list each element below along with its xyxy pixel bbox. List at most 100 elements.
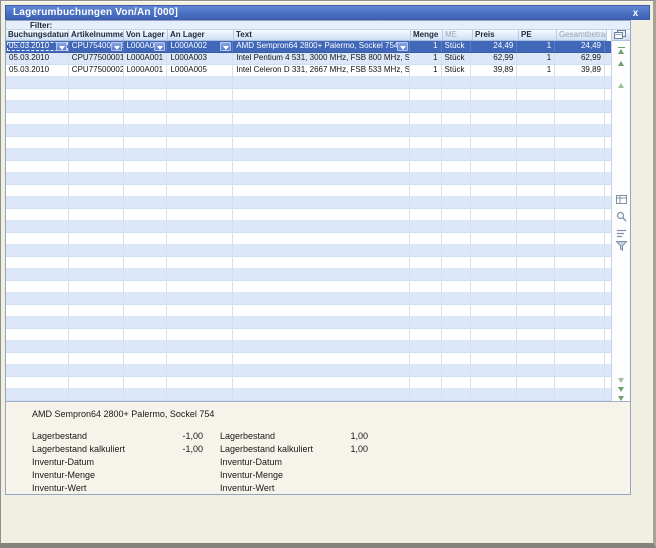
column-settings-button[interactable]	[615, 195, 627, 205]
cell-von_lager[interactable]: L000A001	[124, 41, 168, 52]
cell-text[interactable]: Intel Pentium 4 531, 3000 MHz, FSB 800 M…	[233, 53, 409, 64]
cell-menge[interactable]: 1	[410, 65, 442, 76]
go-to-first-row-button[interactable]	[615, 46, 627, 54]
cell-von_lager[interactable]: L000A001	[124, 53, 168, 64]
cell-von_lager	[124, 149, 168, 160]
dropdown-button[interactable]	[397, 42, 408, 51]
cell-an_lager[interactable]: L000A002	[167, 41, 233, 52]
cell-gesamtbetrag[interactable]: 62,99	[555, 53, 605, 64]
cell-pe	[517, 161, 555, 172]
column-chooser-button[interactable]	[614, 30, 626, 40]
cell-gesamtbetrag	[555, 149, 605, 160]
cell-artikelnummer[interactable]: CPU77500001	[69, 53, 124, 64]
cell-von_lager[interactable]: L000A001	[124, 65, 168, 76]
cell-text	[233, 377, 409, 388]
close-button[interactable]: x	[629, 7, 642, 20]
cell-preis	[471, 329, 517, 340]
cell-text	[233, 293, 409, 304]
cell-menge[interactable]: 1	[410, 41, 442, 52]
cell-menge[interactable]: 1	[410, 53, 442, 64]
field-value: 1,00	[350, 443, 368, 455]
cell-an_lager[interactable]: L000A005	[167, 65, 233, 76]
cell-artikelnummer	[69, 281, 124, 292]
cell-buchungsdatum[interactable]: 05.03.2010	[6, 53, 69, 64]
cell-gesamtbetrag	[555, 197, 605, 208]
cell-me	[442, 293, 472, 304]
cell-pe	[517, 113, 555, 124]
column-header-buchungsdatum[interactable]: Buchungsdatum	[6, 30, 69, 41]
row-down-button[interactable]	[615, 387, 627, 392]
title-bar[interactable]: Lagerumbuchungen Von/An [000] x	[5, 5, 650, 20]
column-header-preis[interactable]: Preis	[473, 30, 519, 41]
cell-text[interactable]: Intel Celeron D 331, 2667 MHz, FSB 533 M…	[233, 65, 409, 76]
column-header-menge[interactable]: Menge	[411, 30, 443, 41]
cell-von_lager	[124, 113, 168, 124]
filter-button[interactable]	[615, 241, 627, 251]
cell-buchungsdatum[interactable]: 05.03.2010	[6, 41, 69, 52]
arrow-down-icon	[618, 378, 624, 383]
dropdown-button[interactable]	[220, 42, 231, 51]
cell-me[interactable]: Stück	[442, 41, 472, 52]
cell-preis[interactable]: 62,99	[471, 53, 517, 64]
table-row-empty	[6, 317, 611, 329]
cell-buchungsdatum[interactable]: 05.03.2010	[6, 65, 69, 76]
cell-an_lager	[167, 221, 233, 232]
table-row-empty	[6, 305, 611, 317]
cell-me[interactable]: Stück	[442, 53, 472, 64]
table-row[interactable]: 05.03.2010CPU75400003L000A001L000A002AMD…	[6, 41, 611, 53]
column-header-text[interactable]: Text	[234, 30, 411, 41]
cell-an_lager	[167, 161, 233, 172]
cell-gesamtbetrag	[555, 341, 605, 352]
cell-artikelnummer	[69, 377, 124, 388]
search-button[interactable]	[615, 211, 627, 222]
cell-artikelnummer[interactable]: CPU77500002	[69, 65, 124, 76]
cell-text	[233, 101, 409, 112]
cell-buchungsdatum	[6, 209, 69, 220]
cell-artikelnummer	[69, 269, 124, 280]
column-header-me[interactable]: ME	[443, 30, 473, 41]
column-header-an_lager[interactable]: An Lager	[168, 30, 234, 41]
cell-text	[233, 197, 409, 208]
cell-gesamtbetrag[interactable]: 24,49	[555, 41, 605, 52]
cell-menge	[410, 353, 442, 364]
cell-pe[interactable]: 1	[517, 53, 555, 64]
cell-artikelnummer	[69, 221, 124, 232]
dropdown-button[interactable]	[154, 42, 165, 51]
cell-preis[interactable]: 39,89	[471, 65, 517, 76]
table-row[interactable]: 05.03.2010CPU77500002L000A001L000A005Int…	[6, 65, 611, 77]
cell-an_lager[interactable]: L000A003	[167, 53, 233, 64]
page-down-button[interactable]	[615, 378, 627, 383]
cell-pe[interactable]: 1	[517, 65, 555, 76]
table-row[interactable]: 05.03.2010CPU77500001L000A001L000A003Int…	[6, 53, 611, 65]
cell-text	[233, 77, 409, 88]
column-header-artikelnummer[interactable]: Artikelnummer	[69, 30, 124, 41]
cell-pe[interactable]: 1	[517, 41, 555, 52]
cell-me	[442, 173, 472, 184]
cell-artikelnummer[interactable]: CPU75400003	[69, 41, 124, 52]
dropdown-button[interactable]	[56, 42, 67, 51]
table-row-empty	[6, 77, 611, 89]
table-row-empty	[6, 341, 611, 353]
cell-buchungsdatum	[6, 197, 69, 208]
cell-text	[233, 389, 409, 400]
cell-preis[interactable]: 24,49	[471, 41, 517, 52]
table-row-empty	[6, 113, 611, 125]
column-header-gesamtbetrag[interactable]: Gesamtbetrag	[557, 30, 607, 41]
cell-gesamtbetrag[interactable]: 39,89	[555, 65, 605, 76]
cell-me	[442, 77, 472, 88]
cell-preis	[471, 341, 517, 352]
dropdown-button[interactable]	[111, 42, 122, 51]
cell-gesamtbetrag	[555, 377, 605, 388]
cell-text[interactable]: AMD Sempron64 2800+ Palermo, Sockel 754	[233, 41, 409, 52]
cell-me[interactable]: Stück	[442, 65, 472, 76]
row-up-button[interactable]	[615, 61, 627, 66]
cell-artikelnummer	[69, 341, 124, 352]
filter-bar[interactable]: Filter:	[6, 21, 630, 30]
sort-button[interactable]	[615, 229, 627, 238]
column-header-pe[interactable]: PE	[519, 30, 557, 41]
cell-pe	[517, 353, 555, 364]
page-up-button[interactable]	[615, 83, 627, 88]
column-header-von_lager[interactable]: Von Lager	[124, 30, 168, 41]
table-row-empty	[6, 389, 611, 401]
detail-field-row: Inventur-Wert	[32, 482, 203, 495]
